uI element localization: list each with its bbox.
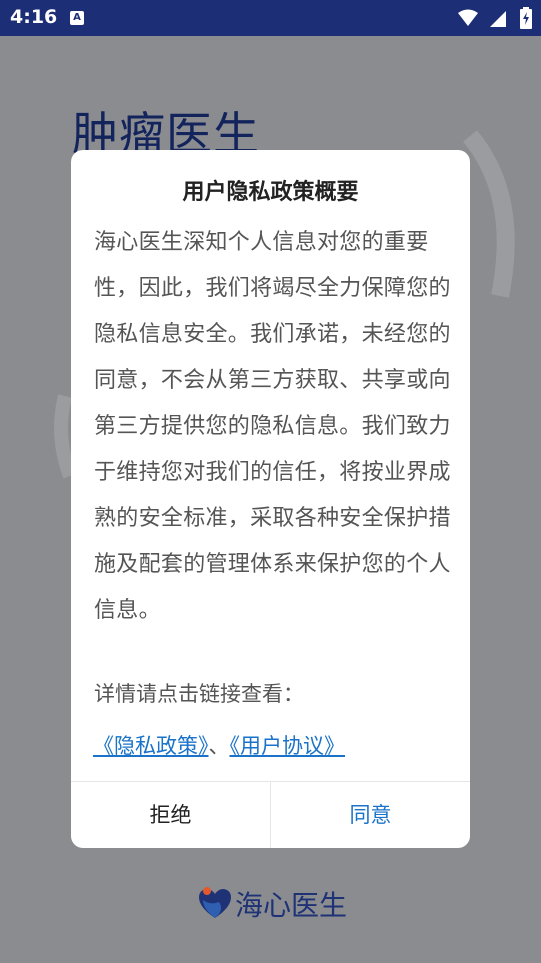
app-screen: 4:16 A 肿瘤医生 用户隐私政策概要 海心医生深知个人信息对您的重要性，因此…	[0, 0, 541, 963]
status-time: 4:16	[10, 6, 58, 28]
status-bar: 4:16 A	[0, 0, 541, 36]
privacy-policy-link[interactable]: 《隐私政策》	[93, 734, 209, 758]
user-agreement-link[interactable]: 《用户协议》	[230, 734, 346, 758]
footer-brand-text: 海心医生	[235, 889, 348, 922]
dialog-body-text: 海心医生深知个人信息对您的重要性，因此，我们将竭尽全力保障您的隐私信息安全。我们…	[94, 230, 451, 623]
notification-app-icon: A	[70, 11, 84, 25]
battery-icon	[520, 7, 532, 29]
dialog-title: 用户隐私政策概要	[182, 180, 359, 205]
reject-button[interactable]: 拒绝	[71, 782, 270, 848]
heart-logo-icon	[199, 887, 231, 918]
policy-links: 《隐私政策》、《用户协议》	[93, 730, 345, 760]
detail-prompt: 详情请点击链接查看：	[94, 682, 304, 706]
signal-icon	[489, 11, 506, 27]
privacy-dialog: 用户隐私政策概要 海心医生深知个人信息对您的重要性，因此，我们将竭尽全力保障您的…	[71, 150, 470, 848]
wifi-icon	[457, 9, 478, 26]
link-separator: 、	[208, 734, 230, 758]
agree-button[interactable]: 同意	[271, 782, 470, 848]
status-icons	[457, 7, 533, 29]
